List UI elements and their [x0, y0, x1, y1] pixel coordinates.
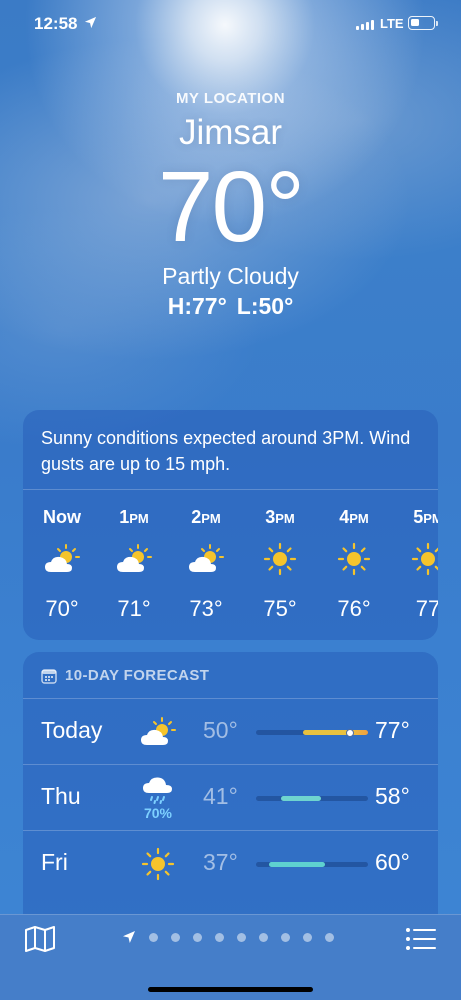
high-low: H:77° L:50° — [0, 293, 461, 320]
high-temp: 58° — [375, 783, 410, 809]
bottom-toolbar — [0, 914, 461, 1000]
list-icon[interactable] — [405, 927, 437, 951]
low-temp: 41° — [203, 783, 238, 809]
low-temp: 50° — [203, 717, 238, 743]
hour-item: 4PM 76° — [317, 504, 391, 622]
ten-day-title: 10-DAY FORECAST — [65, 667, 210, 684]
hour-label: 2PM — [191, 507, 221, 527]
partly-cloudy-icon — [141, 717, 176, 745]
hour-label: Now — [43, 507, 81, 527]
cellular-signal-icon — [356, 19, 374, 30]
hour-item: 5PM 77 — [391, 504, 438, 622]
forecast-row[interactable]: Fri 37° 60° — [23, 830, 438, 896]
temp-range-bar — [256, 796, 368, 801]
page-dot — [215, 932, 224, 942]
condition-text: Partly Cloudy — [162, 263, 299, 289]
hourly-forecast-card[interactable]: Sunny conditions expected around 3PM. Wi… — [23, 410, 438, 640]
location-services-icon — [84, 16, 97, 29]
hour-label: 5PM — [413, 507, 438, 527]
sun-icon — [141, 847, 175, 881]
home-indicator — [148, 987, 313, 992]
ten-day-forecast-card[interactable]: 10-DAY FORECAST Today 50° 77° Thu 70% 41… — [23, 652, 438, 914]
ten-day-header: 10-DAY FORECAST — [41, 667, 209, 684]
my-location-label: MY LOCATION — [175, 90, 286, 107]
forecast-row[interactable]: Today 50° 77° — [23, 698, 438, 764]
temp-range-bar — [256, 728, 368, 737]
partly-cloudy-icon — [45, 544, 80, 572]
low-temp: 37° — [203, 849, 238, 875]
temp-range-fill — [280, 796, 321, 801]
hour-temp: 75° — [263, 596, 297, 621]
page-dot — [325, 932, 334, 942]
battery-icon — [408, 16, 438, 30]
calendar-icon — [41, 668, 57, 684]
partly-cloudy-icon — [117, 544, 152, 572]
location-arrow-icon — [123, 931, 135, 943]
sun-icon — [263, 542, 297, 576]
temp-range-fill — [303, 730, 368, 735]
sun-icon — [337, 542, 371, 576]
page-dot — [259, 932, 268, 942]
hour-item: 3PM 75° — [243, 504, 317, 622]
status-bar: 12:58 LTE — [0, 0, 461, 48]
high-temp: 77° — [375, 717, 410, 743]
hour-item: Now 70° — [25, 504, 99, 622]
rain-cloud-icon — [143, 776, 172, 804]
page-dot — [149, 932, 158, 942]
forecast-row[interactable]: Thu 70% 41° 58° — [23, 764, 438, 830]
temp-range-bar — [256, 862, 368, 867]
network-type: LTE — [380, 16, 404, 31]
partly-cloudy-icon — [189, 544, 224, 572]
map-icon[interactable] — [24, 925, 56, 953]
page-dot — [303, 932, 312, 942]
hour-temp: 76° — [337, 596, 371, 621]
day-label: Thu — [41, 783, 81, 809]
hour-item: 2PM 73° — [169, 504, 243, 622]
hour-temp: 71° — [117, 596, 151, 621]
hour-temp: 73° — [189, 596, 223, 621]
page-dot — [281, 932, 290, 942]
page-indicator[interactable] — [122, 930, 334, 944]
current-temp-dot — [346, 728, 355, 737]
low-temp: L:50° — [236, 293, 294, 319]
forecast-summary: Sunny conditions expected around 3PM. Wi… — [23, 410, 438, 490]
hour-label: 4PM — [339, 507, 369, 527]
hour-temp: 77 — [415, 596, 438, 621]
hour-temp: 70° — [45, 596, 79, 621]
hour-item: 1PM 71° — [97, 504, 171, 622]
page-dot — [193, 932, 202, 942]
high-temp: 60° — [375, 849, 410, 875]
hour-label: 1PM — [119, 507, 149, 527]
day-label: Today — [41, 717, 103, 743]
precip-chance: 70% — [143, 804, 173, 821]
day-label: Fri — [41, 849, 68, 875]
high-temp: H:77° — [167, 293, 227, 319]
hourly-scroller[interactable]: Now 70° 1PM 71° 2PM 73° 3PM 75° 4PM 76° … — [23, 504, 438, 634]
city-name: Jimsar — [178, 113, 283, 152]
current-temperature: 70° — [157, 151, 305, 263]
sun-icon — [411, 542, 438, 576]
temp-range-fill — [269, 862, 326, 867]
current-weather-header: MY LOCATION Jimsar 70° Partly Cloudy H:7… — [0, 90, 461, 320]
status-time: 12:58 — [34, 14, 78, 33]
page-dot — [171, 932, 180, 942]
hour-label: 3PM — [265, 507, 295, 527]
page-dot — [237, 932, 246, 942]
